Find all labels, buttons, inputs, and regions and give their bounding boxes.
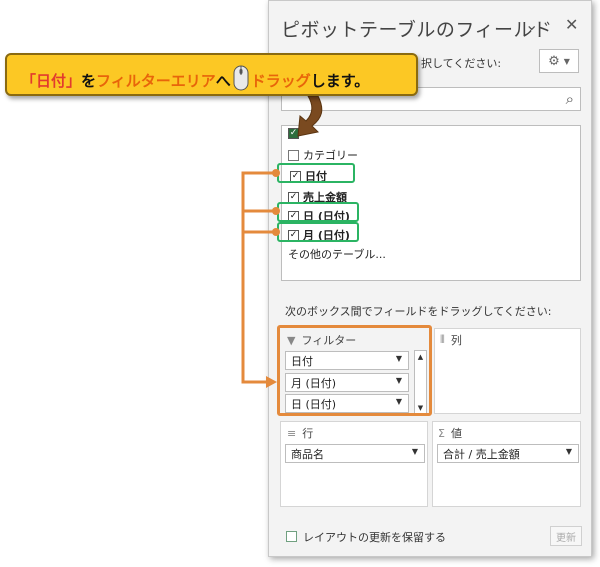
mouse-icon [233, 65, 249, 95]
callout-area-name: フィルターエリア [96, 71, 216, 90]
callout-particle-to: へ [215, 71, 231, 90]
callout-text: 「日付」 を フィルターエリア へ ドラッグ します。 [21, 65, 369, 95]
arrow-down-icon [297, 95, 323, 137]
callout-particle: を [81, 71, 97, 90]
callout-suffix: します。 [310, 71, 370, 90]
callout-field-name: 「日付」 [21, 71, 82, 90]
instruction-callout: 「日付」 を フィルターエリア へ ドラッグ します。 [5, 53, 418, 96]
callout-drag: ドラッグ [250, 71, 311, 90]
